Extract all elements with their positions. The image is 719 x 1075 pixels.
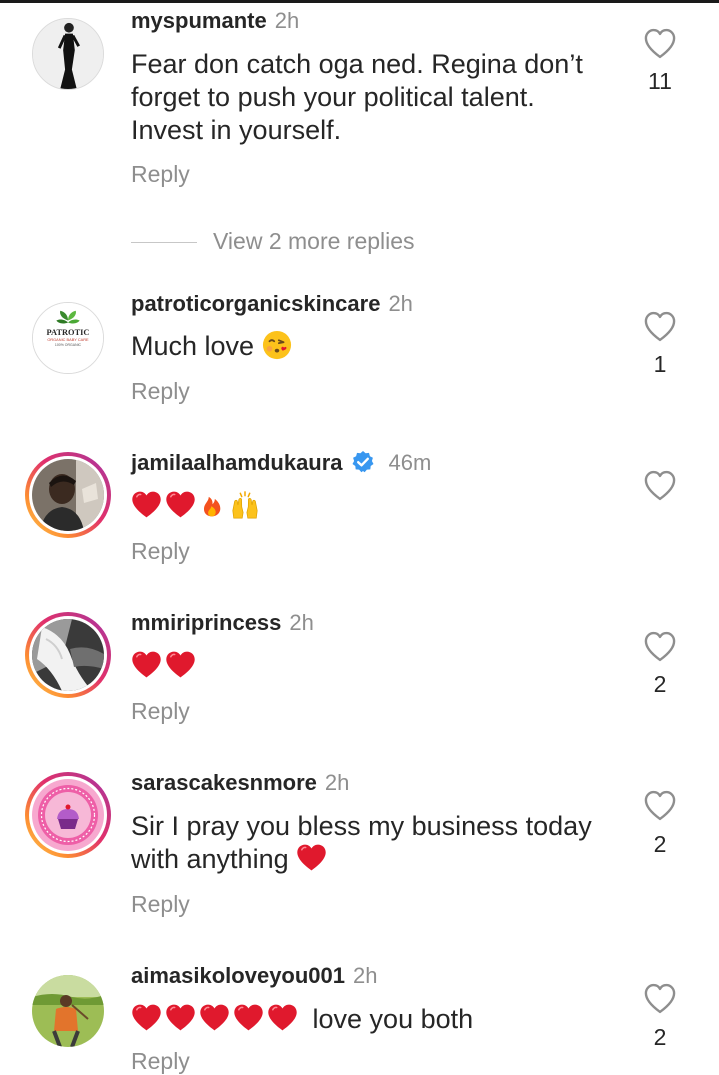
heart-outline-icon bbox=[643, 470, 677, 501]
red-heart-emoji bbox=[131, 1003, 162, 1032]
red-heart-emoji bbox=[199, 1003, 230, 1032]
view-more-replies-button[interactable]: View 2 more replies bbox=[131, 228, 415, 255]
comment-time: 46m bbox=[388, 450, 432, 475]
heart-outline-icon bbox=[643, 631, 677, 662]
like-button[interactable] bbox=[641, 790, 679, 821]
like-button[interactable] bbox=[641, 631, 679, 662]
like-button[interactable] bbox=[641, 311, 679, 342]
comment-username[interactable]: patroticorganicskincare bbox=[131, 291, 380, 316]
heart-outline-icon bbox=[643, 790, 677, 821]
comment-time: 2h bbox=[353, 963, 378, 988]
raising-hands-emoji bbox=[232, 491, 258, 519]
reply-button[interactable]: Reply bbox=[131, 161, 190, 188]
reply-button[interactable]: Reply bbox=[131, 698, 190, 725]
like-button[interactable] bbox=[641, 983, 679, 1014]
like-count: 11 bbox=[648, 68, 672, 94]
comment-username[interactable]: myspumante bbox=[131, 8, 267, 33]
comment-text: Sir I pray you bless my business today w… bbox=[131, 810, 611, 876]
comment-text bbox=[131, 490, 611, 523]
comment-time: 2h bbox=[289, 610, 314, 635]
comment-time: 2h bbox=[274, 8, 300, 33]
patrotic-logo-avatar[interactable]: PATROTIC ORGANIC BABY CARE 100% ORGANIC bbox=[32, 302, 104, 374]
reply-button[interactable]: Reply bbox=[131, 538, 190, 565]
patrotic-logo-text: PATROTIC bbox=[47, 328, 90, 337]
reply-button[interactable]: Reply bbox=[131, 378, 190, 405]
verified-badge-icon bbox=[352, 451, 374, 473]
like-count: 1 bbox=[653, 351, 667, 377]
red-heart-emoji bbox=[165, 1003, 196, 1032]
comment-text-body: Fear don catch oga ned. Regina don’t for… bbox=[131, 49, 583, 145]
man-photo-avatar[interactable] bbox=[25, 452, 111, 538]
red-heart-emoji bbox=[233, 1003, 264, 1032]
woman-black-dress-avatar[interactable] bbox=[32, 18, 104, 90]
red-heart-emoji bbox=[165, 650, 196, 679]
comment-time: 2h bbox=[388, 291, 413, 316]
red-heart-emoji bbox=[131, 650, 162, 679]
comment-text: love you both bbox=[131, 1003, 611, 1036]
comment-time: 2h bbox=[324, 770, 350, 795]
red-heart-emoji bbox=[165, 490, 196, 519]
fire-emoji bbox=[203, 496, 221, 517]
cake-logo-avatar[interactable] bbox=[25, 772, 111, 858]
view-more-replies-label: View 2 more replies bbox=[213, 228, 415, 254]
comment-username[interactable]: mmiriprincess bbox=[131, 610, 281, 635]
comment-text-body: Much love bbox=[131, 331, 255, 361]
heart-outline-icon bbox=[643, 28, 677, 59]
red-heart-emoji bbox=[296, 843, 327, 872]
comment-username[interactable]: sarascakesnmore bbox=[131, 770, 317, 795]
red-heart-emoji bbox=[267, 1003, 298, 1032]
comment-text-body: love you both bbox=[312, 1004, 474, 1034]
comment-text-body: Sir I pray you bless my business today w… bbox=[131, 811, 592, 874]
thread-line bbox=[131, 242, 197, 244]
comment-text: Much love bbox=[131, 330, 611, 363]
heart-outline-icon bbox=[643, 311, 677, 342]
comment-username[interactable]: jamilaalhamdukaura bbox=[131, 450, 343, 475]
reply-button[interactable]: Reply bbox=[131, 1048, 190, 1075]
patrotic-logo-subtext: ORGANIC BABY CARE bbox=[47, 337, 89, 342]
face-blowing-kiss-emoji bbox=[262, 330, 291, 360]
comment-username[interactable]: aimasikoloveyou001 bbox=[131, 963, 345, 988]
heart-outline-icon bbox=[643, 983, 677, 1014]
top-divider bbox=[0, 0, 719, 3]
like-button[interactable] bbox=[641, 470, 679, 501]
like-button[interactable] bbox=[641, 28, 679, 59]
comment-text bbox=[131, 650, 611, 683]
like-count: 2 bbox=[653, 671, 667, 697]
like-count: 2 bbox=[653, 831, 667, 857]
red-heart-emoji bbox=[131, 490, 162, 519]
bw-photo-avatar[interactable] bbox=[25, 612, 111, 698]
like-count: 2 bbox=[653, 1024, 667, 1050]
comment-text: Fear don catch oga ned. Regina don’t for… bbox=[131, 48, 611, 147]
outdoor-photo-avatar[interactable] bbox=[32, 975, 104, 1047]
patrotic-logo-subtext-2: 100% ORGANIC bbox=[55, 343, 82, 347]
reply-button[interactable]: Reply bbox=[131, 891, 190, 918]
